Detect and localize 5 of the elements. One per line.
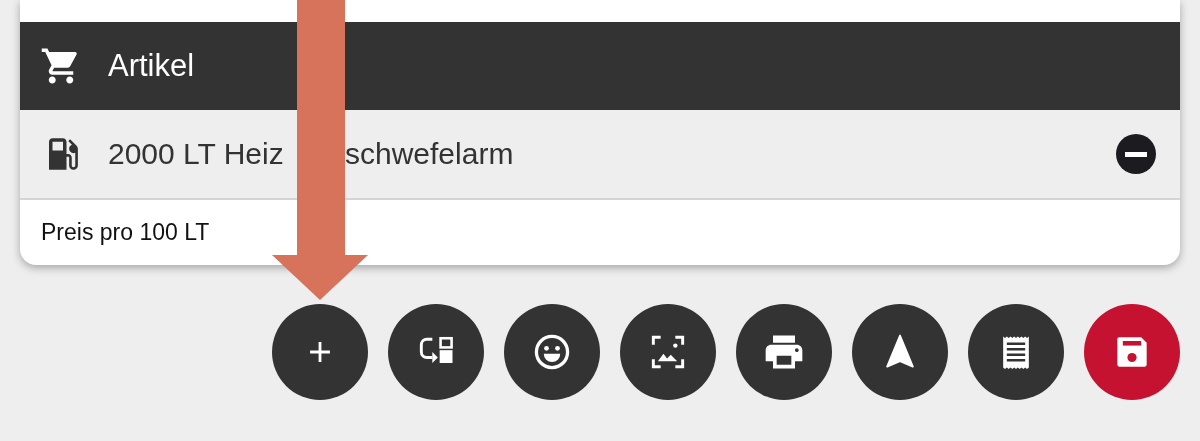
item-name: schwefelarm — [345, 137, 514, 171]
remove-button[interactable] — [1116, 134, 1156, 174]
detail-label: Preis pro 100 LT — [41, 219, 210, 246]
section-title: Artikel — [108, 48, 195, 84]
item-name: 2000 LT Heiz — [108, 137, 285, 171]
